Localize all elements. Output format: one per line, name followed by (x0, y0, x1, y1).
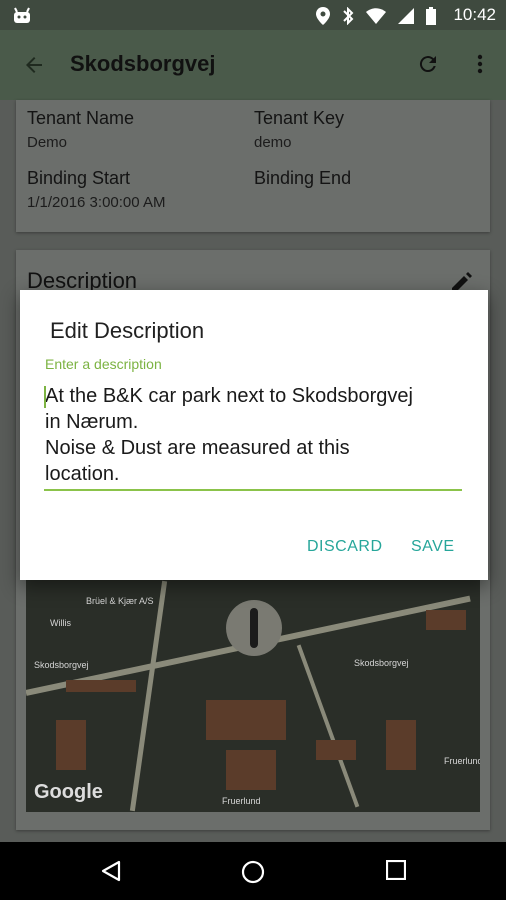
battery-icon (426, 7, 436, 25)
description-input[interactable]: At the B&K car park next to Skodsborgvej… (45, 383, 465, 487)
input-underline (44, 489, 462, 491)
home-nav-icon[interactable] (241, 860, 265, 884)
back-nav-icon[interactable] (100, 860, 122, 882)
google-logo: Google (34, 781, 103, 803)
map-label: Fruerlund (222, 796, 261, 806)
refresh-icon[interactable] (416, 52, 440, 76)
recents-nav-icon[interactable] (386, 860, 406, 880)
edit-description-dialog: Edit Description Enter a description At … (20, 290, 488, 580)
details-card: Tenant Name Demo Tenant Key demo Binding… (16, 100, 490, 232)
description-field-hint: Enter a description (45, 356, 162, 372)
app-bar: Skodsborgvej (0, 30, 506, 100)
bluetooth-icon (343, 7, 354, 25)
more-vert-icon[interactable] (475, 52, 485, 76)
map-view[interactable]: Brüel & Kjær A/S Willis Skodsborgvej Sko… (26, 580, 480, 812)
map-label: Brüel & Kjær A/S (86, 596, 154, 606)
navigation-bar (0, 842, 506, 900)
binding-end-label: Binding End (254, 168, 352, 188)
tenant-key-label: Tenant Key (254, 108, 345, 128)
map-label: Skodsborgvej (354, 658, 409, 668)
binding-start-value: 1/1/2016 3:00:00 AM (27, 194, 166, 211)
arrow-back-icon[interactable] (22, 53, 46, 77)
android-icon (14, 7, 30, 23)
map-label: Skodsborgvej (34, 660, 89, 670)
tenant-name-value: Demo (27, 134, 68, 151)
save-button[interactable]: SAVE (411, 538, 455, 556)
tenant-name-label: Tenant Name (27, 108, 135, 128)
status-bar: 10:42 (0, 0, 506, 30)
text-cursor (44, 386, 46, 408)
pencil-icon[interactable] (452, 272, 472, 292)
map-label: Fruerlund (444, 756, 480, 766)
binding-start-label: Binding Start (27, 168, 131, 188)
clock: 10:42 (453, 5, 496, 24)
discard-button[interactable]: DISCARD (307, 538, 383, 556)
location-icon (316, 7, 330, 25)
map-label: Willis (50, 618, 71, 628)
map-marker[interactable] (226, 600, 282, 656)
dialog-title: Edit Description (50, 318, 205, 343)
wifi-icon (366, 8, 386, 24)
signal-icon (398, 8, 414, 24)
tenant-key-value: demo (254, 134, 292, 151)
page-title: Skodsborgvej (70, 51, 216, 76)
